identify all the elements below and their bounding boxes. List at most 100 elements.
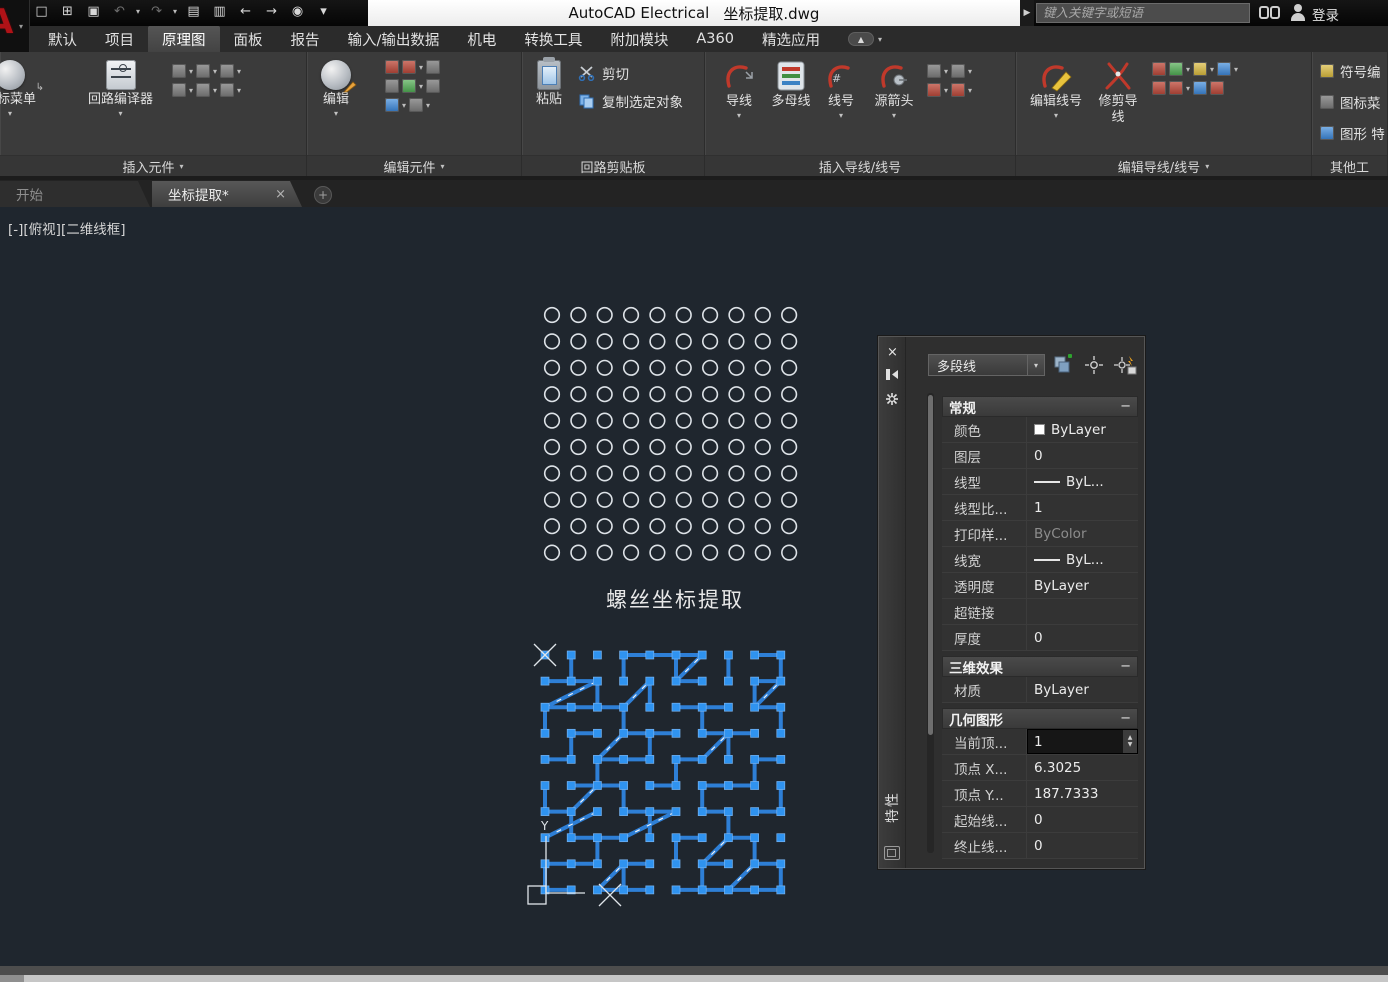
property-value[interactable]: 0	[1026, 625, 1138, 650]
panel-label-insert-components[interactable]: 插入元件▾	[0, 155, 306, 176]
collapse-icon[interactable]: −	[1120, 659, 1131, 674]
user-icon[interactable]	[1290, 4, 1306, 22]
tab-current-drawing[interactable]: 坐标提取*×	[152, 181, 302, 207]
multiple-insert-icon[interactable]	[172, 64, 186, 78]
ribbon-tab-机电[interactable]: 机电	[453, 26, 510, 52]
wire-button[interactable]: 导线▾	[719, 60, 759, 120]
quick-select-icon[interactable]	[1113, 354, 1137, 376]
ribbon-tab-原理图[interactable]: 原理图	[148, 26, 220, 52]
panel-label-circuit-clipboard[interactable]: 回路剪贴板	[522, 155, 704, 176]
ribbon-tab-默认[interactable]: 默认	[34, 26, 91, 52]
print-icon[interactable]: ▤	[184, 2, 203, 21]
copy-selected-button[interactable]: 复制选定对象	[578, 90, 683, 112]
redo-dropdown-icon[interactable]: ▾	[173, 7, 177, 16]
property-value[interactable]: ByLayer	[1026, 417, 1138, 442]
add-rung-icon[interactable]	[1169, 62, 1183, 76]
close-icon[interactable]: ×	[275, 187, 286, 202]
insert-terminal-icon[interactable]	[220, 83, 234, 97]
insert-plc-icon[interactable]	[172, 83, 186, 97]
panel-label-insert-wires[interactable]: 插入导线/线号	[705, 155, 1015, 176]
horizontal-scrollbar[interactable]	[0, 975, 1388, 982]
retag-icon[interactable]	[402, 79, 416, 93]
tab-start[interactable]: 开始	[0, 181, 150, 207]
property-value[interactable]: 6.3025	[1026, 755, 1138, 780]
bent-wire-icon[interactable]	[927, 83, 941, 97]
fix-wire-icon[interactable]	[1193, 62, 1207, 76]
scoot-icon[interactable]	[426, 60, 440, 74]
undo-icon[interactable]: ↶	[110, 2, 129, 21]
save-icon[interactable]: ▣	[84, 2, 103, 21]
ribbon-tab-输入/输出数据[interactable]: 输入/输出数据	[334, 26, 454, 52]
cut-button[interactable]: 剪切	[578, 62, 683, 84]
move-component-icon[interactable]	[402, 60, 416, 74]
redo-icon[interactable]: ↷	[147, 2, 166, 21]
edit-wire-number-button[interactable]: 编辑线号▾	[1030, 60, 1082, 120]
palette-title-strip[interactable]: × 特性	[879, 337, 906, 868]
ribbon-minimize-icon[interactable]: ▲	[848, 32, 874, 46]
copy-component-icon[interactable]	[385, 79, 399, 93]
source-arrow-button[interactable]: 源箭头▾	[873, 60, 915, 120]
search-binoculars-icon[interactable]	[1259, 5, 1283, 21]
collapse-icon[interactable]: −	[1120, 711, 1131, 726]
page-icon[interactable]: ▥	[210, 2, 229, 21]
move-wire-icon[interactable]	[1152, 81, 1166, 95]
infocenter-expand-icon[interactable]: ▶	[1020, 0, 1034, 26]
undo-dropdown-icon[interactable]: ▾	[136, 7, 140, 16]
drawing-properties-button[interactable]: 图形 特	[1320, 122, 1385, 144]
selected-polyline[interactable]: Y	[522, 636, 814, 928]
back-icon[interactable]: ←	[236, 2, 255, 21]
swap-icon[interactable]	[409, 98, 423, 112]
palette-close-icon[interactable]: ×	[885, 345, 900, 360]
panel-label-edit-components[interactable]: 编辑元件▾	[307, 155, 521, 176]
property-value[interactable]: ByL...	[1026, 547, 1138, 572]
drawing-canvas[interactable]: [-][俯视][二维线框] 螺丝坐标提取 Y × 特性 多段线 ▾	[0, 207, 1388, 966]
ribbon-tab-转换工具[interactable]: 转换工具	[510, 26, 596, 52]
wire-gap-icon[interactable]	[951, 64, 965, 78]
property-value[interactable]: ByLayer	[1026, 677, 1138, 702]
plot-icon[interactable]: ◉	[288, 2, 307, 21]
symbol-builder-button[interactable]: 符号编	[1320, 60, 1385, 82]
ribbon-display-toggle[interactable]: ▲▾	[848, 32, 882, 46]
new-icon[interactable]: □	[32, 2, 51, 21]
ribbon-tab-报告[interactable]: 报告	[277, 26, 334, 52]
delete-wire-icon[interactable]	[1152, 62, 1166, 76]
icon-menu-button[interactable]: ↳ 图标菜单▾	[0, 60, 36, 118]
panel-label-edit-wires[interactable]: 编辑导线/线号▾	[1016, 155, 1311, 176]
stretch-wire-icon[interactable]	[1169, 81, 1183, 95]
select-objects-icon[interactable]	[1083, 354, 1105, 376]
ribbon-tab-面板[interactable]: 面板	[220, 26, 277, 52]
section-header-几何图形[interactable]: 几何图形−	[942, 708, 1138, 729]
circuit-builder-button[interactable]: 回路编译器▾	[88, 60, 153, 118]
section-header-三维效果[interactable]: 三维效果−	[942, 656, 1138, 677]
property-value[interactable]: 187.7333	[1026, 781, 1138, 806]
property-value[interactable]: 1▲▼	[1026, 729, 1138, 754]
multi-bus-button[interactable]: 多母线	[771, 60, 811, 110]
insert-connector-icon[interactable]	[196, 83, 210, 97]
forward-icon[interactable]: →	[262, 2, 281, 21]
palette-autohide-icon[interactable]	[885, 368, 900, 383]
property-value[interactable]: 0	[1026, 443, 1138, 468]
ribbon-tab-A360[interactable]: A360	[682, 26, 748, 52]
trim-wire-button[interactable]: 修剪导线	[1098, 60, 1138, 127]
property-value[interactable]: 0	[1026, 807, 1138, 832]
attributes-icon[interactable]	[385, 98, 399, 112]
insert-panel-icon[interactable]	[196, 64, 210, 78]
dropdown-arrow-icon[interactable]: ▾	[1028, 354, 1045, 376]
icon-menu-wizard-button[interactable]: 图标菜	[1320, 91, 1385, 113]
collapse-icon[interactable]: −	[1120, 399, 1131, 414]
revise-ladder-icon[interactable]	[1210, 81, 1224, 95]
palette-settings-icon[interactable]	[885, 392, 900, 407]
ribbon-tab-附加模块[interactable]: 附加模块	[596, 26, 682, 52]
wire-number-button[interactable]: # 线号▾	[823, 60, 859, 120]
new-tab-button[interactable]: +	[314, 186, 332, 204]
sign-in-button[interactable]: 登录	[1312, 4, 1339, 24]
wire-type-icon[interactable]	[1193, 81, 1207, 95]
panel-label-other-tools[interactable]: 其他工	[1312, 155, 1387, 176]
property-value[interactable]: ByColor	[1026, 521, 1138, 546]
chevron-down-icon[interactable]: ▾	[878, 35, 882, 44]
wire-check-icon[interactable]	[1217, 62, 1231, 76]
property-value[interactable]: ByL...	[1026, 469, 1138, 494]
property-value[interactable]: 0	[1026, 833, 1138, 858]
property-value[interactable]: 1	[1026, 495, 1138, 520]
property-value[interactable]	[1026, 599, 1138, 624]
